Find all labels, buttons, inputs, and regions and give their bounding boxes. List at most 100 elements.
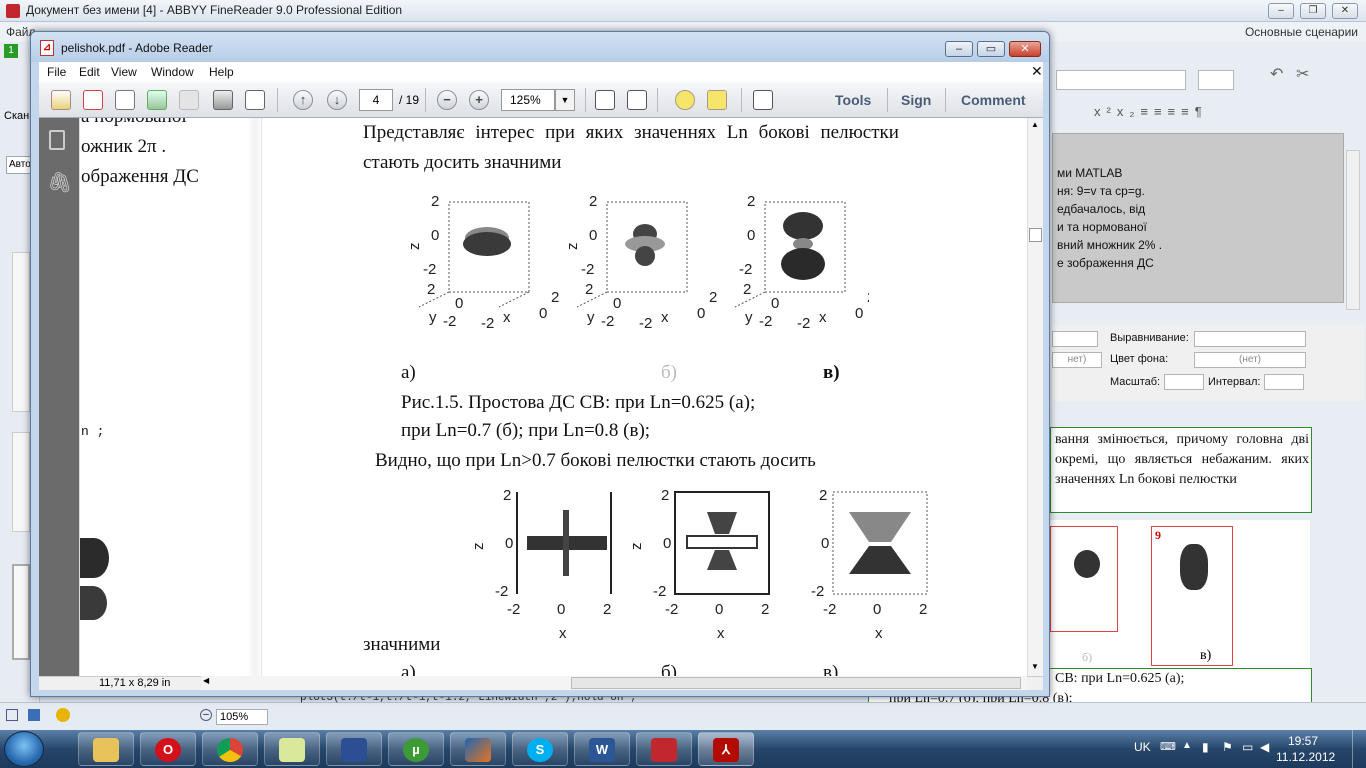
save-icon[interactable]: [179, 90, 199, 110]
axis-label-x: x: [661, 309, 669, 326]
clock-date[interactable]: 11.12.2012: [1276, 750, 1335, 764]
power-icon[interactable]: ▭: [1242, 740, 1253, 754]
taskbar-app-opera[interactable]: O: [140, 732, 196, 766]
vertical-scrollbar[interactable]: ▲ ▼: [1027, 118, 1043, 676]
text-panel-scrollbar[interactable]: [1346, 150, 1360, 310]
horizontal-scrollbar[interactable]: ◀: [201, 676, 1027, 690]
keyboard-icon[interactable]: ⌨: [1160, 740, 1176, 753]
show-desktop-button[interactable]: [1352, 730, 1366, 768]
taskbar-app-finereader[interactable]: [636, 732, 692, 766]
menu-file[interactable]: File: [47, 65, 66, 79]
recognized-text-panel: ми MATLAB ня: 9=v та cp=g. едбачалось, в…: [1052, 133, 1344, 303]
reader-minimize-button[interactable]: –: [945, 41, 973, 57]
tick-label: -2: [601, 313, 614, 330]
zoom-input[interactable]: 125%: [501, 89, 555, 111]
font-combo[interactable]: [1056, 70, 1186, 90]
zoom-out-icon[interactable]: −: [437, 90, 457, 110]
fit-width-icon[interactable]: [627, 90, 647, 110]
taskbar-app-skype[interactable]: S: [512, 732, 568, 766]
network-icon[interactable]: ▮: [1202, 740, 1209, 754]
highlight-icon[interactable]: [707, 90, 727, 110]
page-thumbnail[interactable]: [12, 432, 30, 532]
undo-icon[interactable]: ↶: [1270, 64, 1283, 84]
page-thumbnail[interactable]: [12, 564, 30, 660]
fit-page-icon[interactable]: [595, 90, 615, 110]
tick-label: 2: [585, 281, 593, 298]
abbyy-zoom-combo[interactable]: 105%: [216, 709, 268, 725]
upload-icon[interactable]: [147, 90, 167, 110]
scroll-up-icon[interactable]: ▲: [1031, 120, 1039, 129]
abbyy-minimize-button[interactable]: –: [1268, 3, 1294, 19]
scroll-thumb[interactable]: [1029, 228, 1042, 242]
text-color-box[interactable]: нет): [1052, 352, 1102, 368]
layout-icon[interactable]: [6, 709, 18, 721]
tick-label: -2: [495, 583, 508, 600]
size-combo[interactable]: [1198, 70, 1234, 90]
font-style-combo[interactable]: [1052, 331, 1098, 347]
scan-label[interactable]: Скан: [4, 110, 29, 122]
tools-pane-button[interactable]: Tools: [835, 92, 871, 108]
page-thumbnail[interactable]: [12, 252, 30, 412]
open-icon[interactable]: [51, 90, 71, 110]
format-toolbar[interactable]: x²x₂≡≡≡≡¶: [1094, 104, 1208, 119]
print-icon[interactable]: [213, 90, 233, 110]
page-thumbnails-icon[interactable]: [49, 130, 65, 150]
menu-view[interactable]: View: [111, 65, 137, 79]
reader-close-button[interactable]: ✕: [1009, 41, 1041, 57]
clock-time[interactable]: 19:57: [1288, 734, 1318, 748]
zoom-in-icon[interactable]: +: [469, 90, 489, 110]
menu-edit[interactable]: Edit: [79, 65, 100, 79]
flag-icon[interactable]: ⚑: [1222, 740, 1233, 754]
scroll-left-icon[interactable]: ◀: [203, 676, 209, 685]
comment-pane-button[interactable]: Comment: [961, 92, 1026, 108]
full-screen-icon[interactable]: [753, 90, 773, 110]
create-pdf-icon[interactable]: [83, 90, 103, 110]
sign-pane-button[interactable]: Sign: [901, 92, 931, 108]
menu-help[interactable]: Help: [209, 65, 234, 79]
cut-icon[interactable]: ✂: [1296, 64, 1309, 84]
show-hidden-icon[interactable]: ▲: [1182, 740, 1192, 751]
interval-field[interactable]: [1264, 374, 1304, 390]
bg-color-box[interactable]: (нет): [1194, 352, 1306, 368]
axis-label-y: y: [587, 309, 595, 326]
language-indicator[interactable]: UK: [1134, 740, 1151, 754]
taskbar-app-save[interactable]: [326, 732, 382, 766]
abbyy-close-button[interactable]: ✕: [1332, 3, 1358, 19]
sticky-note-icon[interactable]: [675, 90, 695, 110]
page-number-input[interactable]: 4: [359, 89, 393, 111]
reader-maximize-button[interactable]: ▭: [977, 41, 1005, 57]
h-scroll-thumb[interactable]: [571, 677, 1021, 689]
zoom-out-icon[interactable]: –: [200, 709, 212, 721]
taskbar-app-adobe-reader[interactable]: ⅄: [698, 732, 754, 766]
axis-label-x: x: [819, 309, 827, 326]
zoom-dropdown-icon[interactable]: ▼: [555, 89, 575, 111]
email-icon[interactable]: [245, 90, 265, 110]
scale-field[interactable]: [1164, 374, 1204, 390]
taskbar-app-chrome[interactable]: [202, 732, 258, 766]
tick-label: 0: [431, 227, 439, 244]
options-icon[interactable]: [56, 708, 70, 722]
opera-icon: O: [155, 738, 181, 762]
volume-icon[interactable]: ◀: [1260, 740, 1269, 754]
scroll-down-icon[interactable]: ▼: [1031, 662, 1039, 671]
taskbar-app-utorrent[interactable]: µ: [388, 732, 444, 766]
reader-title-bar[interactable]: ⊿ pelishok.pdf - Adobe Reader – ▭ ✕: [31, 32, 1049, 62]
figure-label-a: а): [401, 362, 416, 383]
start-button[interactable]: [4, 731, 44, 767]
taskbar-app-matlab[interactable]: [450, 732, 506, 766]
taskbar-app-word[interactable]: W: [574, 732, 630, 766]
previous-page-icon[interactable]: ↑: [293, 90, 313, 110]
abbyy-maximize-button[interactable]: ❐: [1300, 3, 1326, 19]
close-document-icon[interactable]: ✕: [1031, 63, 1043, 80]
image-block[interactable]: [1050, 526, 1118, 632]
align-combo[interactable]: [1194, 331, 1306, 347]
edit-icon[interactable]: [115, 90, 135, 110]
taskbar-app-sticky-notes[interactable]: [264, 732, 320, 766]
taskbar-app-explorer[interactable]: [78, 732, 134, 766]
save-icon[interactable]: [28, 709, 40, 721]
attachments-icon[interactable]: 🖇: [47, 170, 72, 195]
next-page-icon[interactable]: ↓: [327, 90, 347, 110]
abbyy-scenarios-menu[interactable]: Основные сценарии: [1245, 25, 1358, 39]
menu-window[interactable]: Window: [151, 65, 194, 79]
page-size-label: 11,71 x 8,29 in: [99, 677, 171, 689]
